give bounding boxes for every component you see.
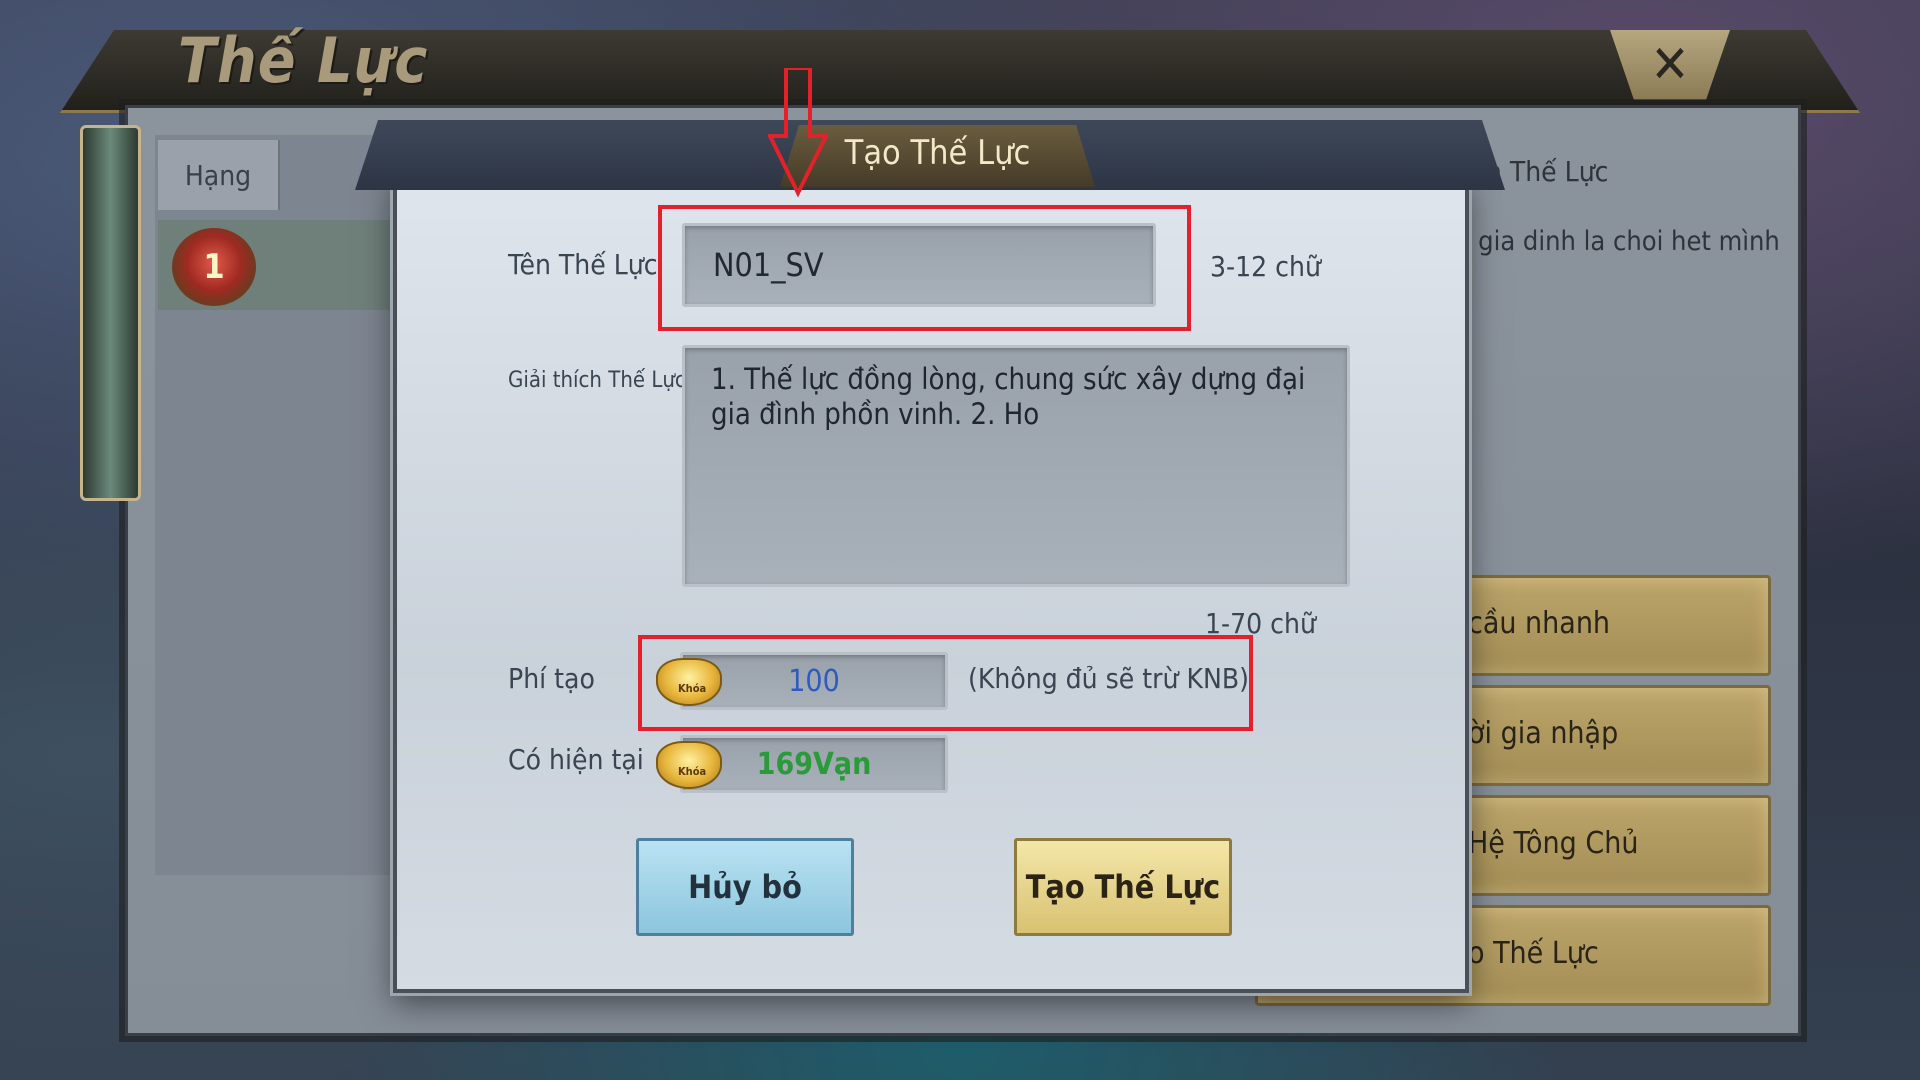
highlight-fee-box <box>638 635 1253 731</box>
lantern-decoration-icon <box>80 125 141 501</box>
button-label: cầu nhanh <box>1468 606 1611 641</box>
fee-label: Phí tạo <box>508 662 595 695</box>
highlight-name-box <box>658 205 1191 331</box>
close-icon: ✕ <box>1650 35 1690 95</box>
name-length-hint: 3-12 chữ <box>1210 250 1321 283</box>
description-label: Giải thích Thế Lực <box>508 368 686 393</box>
ingot-label: Khóa <box>678 765 707 778</box>
faction-description: 1 gia dinh la choi het mình <box>1455 226 1780 257</box>
gold-ingot-icon: Khóa <box>656 741 722 789</box>
down-arrow-icon <box>768 68 828 198</box>
button-label: Hệ Tông Chủ <box>1468 826 1639 861</box>
window-title: Thế Lực <box>178 24 429 97</box>
button-label: o Thế Lực <box>1468 936 1599 971</box>
tab-rank[interactable]: Hạng <box>158 140 280 210</box>
button-label: ời gia nhập <box>1468 716 1619 751</box>
create-faction-button[interactable]: Tạo Thế Lực <box>1014 838 1232 936</box>
cancel-button[interactable]: Hủy bỏ <box>636 838 854 936</box>
faction-description-input[interactable]: 1. Thế lực đồng lòng, chung sức xây dựng… <box>682 345 1350 587</box>
name-label: Tên Thế Lực <box>508 248 658 281</box>
current-balance-label: Có hiện tại <box>508 743 644 776</box>
rank-medal-icon: 1 <box>172 228 256 306</box>
